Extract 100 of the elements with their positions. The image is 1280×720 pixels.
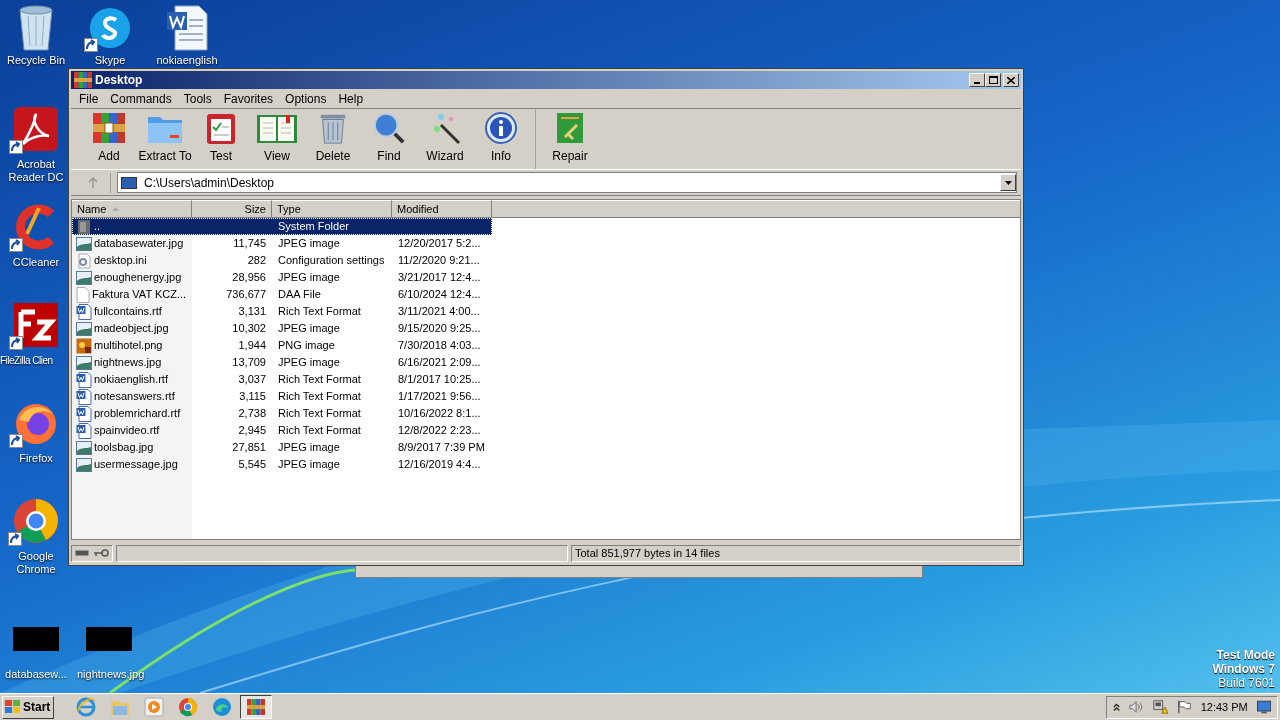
- desktop-icon-label[interactable]: nokiaenglish: [156, 54, 218, 67]
- image-file-icon: [76, 236, 92, 251]
- desktop-icon-label[interactable]: CCleaner: [4, 256, 68, 269]
- toolbar-button[interactable]: Wizard: [417, 111, 473, 167]
- close-button[interactable]: [1003, 73, 1019, 87]
- file-name: toolsbag.jpg: [94, 440, 154, 456]
- file-row[interactable]: enoughenergy.jpg 28,956 JPEG image 3/21/2017 12:4...: [72, 269, 492, 286]
- minimize-button[interactable]: [969, 73, 985, 87]
- file-row[interactable]: toolsbag.jpg 27,851 JPEG image 8/9/2017 7:39 PM: [72, 439, 492, 456]
- file-type: JPEG image: [278, 237, 340, 250]
- toolbar-button[interactable]: Delete: [305, 111, 361, 167]
- browser-e-icon: [76, 697, 96, 717]
- column-header[interactable]: Modified: [392, 200, 492, 218]
- folder-up-icon: [76, 218, 92, 235]
- file-size: 13,709: [232, 356, 266, 369]
- desktop-icon-label[interactable]: Acrobat Reader DC: [4, 158, 68, 184]
- file-row[interactable]: fullcontains.rtf 3,131 Rich Text Format 3/11/2021 4:00...: [72, 303, 492, 320]
- file-type: JPEG image: [278, 322, 340, 335]
- document-file-icon: [76, 405, 92, 422]
- address-field[interactable]: C:\Users\admin\Desktop: [117, 172, 1017, 193]
- toolbar-button[interactable]: Test: [193, 111, 249, 167]
- file-name: Faktura VAT KCZ...: [92, 287, 187, 303]
- shortcut-arrow-icon: [9, 434, 23, 448]
- file-type: System Folder: [278, 220, 349, 233]
- menu-item[interactable]: Favorites: [217, 89, 280, 108]
- column-header[interactable]: Type: [272, 200, 392, 218]
- menu-item[interactable]: File: [73, 89, 105, 108]
- desktop-icon-label[interactable]: Firefox: [4, 452, 68, 465]
- file-row[interactable]: nightnews.jpg 13,709 JPEG image 6/16/2021 2:09...: [72, 354, 492, 371]
- network-warning-icon[interactable]: [1152, 699, 1169, 715]
- file-row[interactable]: nokiaenglish.rtf 3,037 Rich Text Format 8/1/2017 10:25...: [72, 371, 492, 388]
- monitor-icon: [121, 176, 137, 189]
- chat-app-icon: [88, 6, 132, 50]
- clock[interactable]: 12:43 PM: [1200, 698, 1248, 716]
- status-text: Total 851,977 bytes in 14 files: [575, 545, 720, 561]
- column-header[interactable]: Name: [72, 200, 192, 218]
- file-modified: 3/11/2021 4:00...: [398, 305, 480, 318]
- toolbar-button[interactable]: Repair: [542, 111, 598, 167]
- file-row[interactable]: madeobject.jpg 10,302 JPEG image 9/15/2020 9:25...: [72, 320, 492, 337]
- file-name: databasewater.jpg: [94, 236, 184, 252]
- flag-icon[interactable]: [1177, 699, 1192, 715]
- taskbar-button[interactable]: [240, 695, 272, 719]
- file-name: problemrichard.rtf: [94, 406, 181, 422]
- speaker-icon[interactable]: [1129, 700, 1144, 714]
- file-name: ..: [94, 219, 101, 235]
- file-size: 736,677: [226, 288, 266, 301]
- maximize-button[interactable]: [985, 73, 1001, 87]
- browser-icon: [178, 697, 198, 717]
- desktop-icon-label[interactable]: Recycle Bin: [6, 54, 66, 67]
- column-header[interactable]: Size: [192, 200, 272, 218]
- image-thumbnail: [13, 627, 59, 651]
- file-name: spainvideo.rtf: [94, 423, 160, 439]
- file-row[interactable]: desktop.ini 282 Configuration settings 11/2/2020 9:21...: [72, 252, 492, 269]
- file-modified: 7/30/2018 4:03...: [398, 339, 481, 352]
- system-notice-text: Build 7601: [1218, 676, 1275, 690]
- file-name: notesanswers.rtf: [94, 389, 175, 405]
- menu-item[interactable]: Tools: [177, 89, 218, 108]
- file-row[interactable]: spainvideo.rtf 2,945 Rich Text Format 12/8/2022 2:23...: [72, 422, 492, 439]
- file-modified: 6/16/2021 2:09...: [398, 356, 481, 369]
- image-file-icon: [76, 270, 92, 285]
- menu-item[interactable]: Commands: [104, 89, 178, 108]
- file-size: 2,738: [238, 407, 266, 420]
- file-row[interactable]: .. System Folder: [72, 218, 492, 235]
- file-row[interactable]: usermessage.jpg 5,545 JPEG image 12/16/2019 4:4...: [72, 456, 492, 473]
- shortcut-arrow-icon: [8, 532, 22, 546]
- document-file-icon: [76, 371, 92, 388]
- file-name: multihotel.png: [94, 338, 163, 354]
- system-notice-text: Test Mode: [1216, 648, 1275, 662]
- file-row[interactable]: notesanswers.rtf 3,115 Rich Text Format 1/17/2021 9:56...: [72, 388, 492, 405]
- menu-item[interactable]: Help: [332, 89, 370, 108]
- file-name: enoughenergy.jpg: [94, 270, 182, 286]
- file-type: Rich Text Format: [278, 373, 361, 386]
- file-type: Rich Text Format: [278, 390, 361, 403]
- file-row[interactable]: problemrichard.rtf 2,738 Rich Text Format 10/16/2022 8:1...: [72, 405, 492, 422]
- chevron-up-icon[interactable]: [1113, 702, 1121, 712]
- toolbar-button[interactable]: View: [249, 111, 305, 167]
- file-type: Rich Text Format: [278, 424, 361, 437]
- start-button[interactable]: Start: [2, 695, 54, 719]
- toolbar-button[interactable]: Find: [361, 111, 417, 167]
- show-desktop-icon[interactable]: [1256, 700, 1271, 714]
- file-size: 5,545: [238, 458, 266, 471]
- maximize-icon: [988, 76, 998, 84]
- file-size: 3,037: [238, 373, 266, 386]
- desktop-icon-label[interactable]: FileZilla Clien: [0, 354, 53, 367]
- toolbar-button[interactable]: Info: [473, 111, 529, 167]
- file-type: JPEG image: [278, 441, 340, 454]
- file-row[interactable]: databasewater.jpg 11,745 JPEG image 12/20/2017 5:2...: [72, 235, 492, 252]
- toolbar-button[interactable]: Add: [81, 111, 137, 167]
- dropdown-button[interactable]: [1000, 174, 1016, 191]
- file-name: desktop.ini: [94, 253, 147, 269]
- file-row[interactable]: multihotel.png 1,944 PNG image 7/30/2018 4:03...: [72, 337, 492, 354]
- windows-logo-icon: [5, 700, 21, 714]
- desktop-icon-label[interactable]: Skype: [94, 54, 126, 67]
- file-row[interactable]: Faktura VAT KCZ... 736,677 DAA File 6/10/2024 12:4...: [72, 286, 492, 303]
- toolbar-button[interactable]: Extract To: [137, 111, 193, 167]
- desktop-icon-label[interactable]: Google Chrome: [4, 550, 68, 576]
- menu-item[interactable]: Options: [279, 89, 333, 108]
- document-icon: [165, 4, 209, 52]
- image-file-icon: [76, 457, 92, 472]
- desktop-icon-label[interactable]: databasew...: [4, 668, 68, 681]
